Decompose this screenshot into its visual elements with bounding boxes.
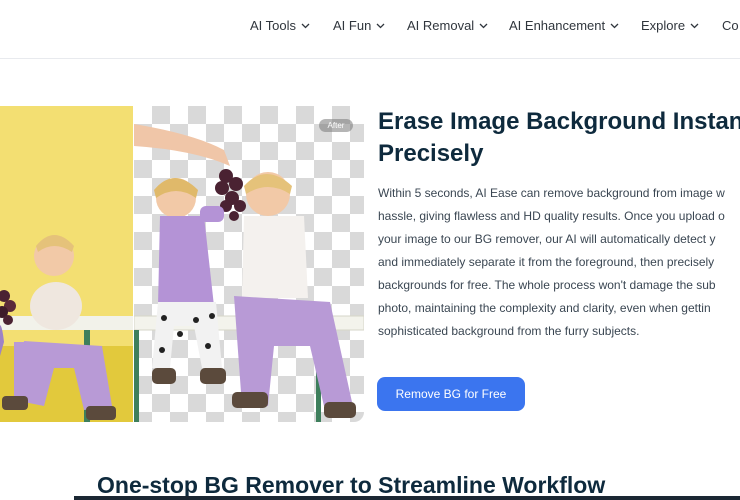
description-line: and immediately separate it from the for… [378, 255, 715, 269]
nav-item-label: AI Removal [407, 17, 475, 33]
after-image [134, 106, 364, 422]
remove-bg-button[interactable]: Remove BG for Free [377, 377, 525, 411]
nav-item-label: Explore [641, 17, 686, 33]
nav-item-label: AI Tools [250, 17, 297, 33]
hero-title: Erase Image Background Instan Precisely [378, 106, 740, 170]
nav-item-ai-removal[interactable]: AI Removal [407, 16, 488, 34]
before-image [0, 106, 140, 422]
nav-item-ai-tools[interactable]: AI Tools [250, 16, 310, 34]
before-after-image [0, 106, 364, 422]
description-line: backgrounds for free. The whole process … [378, 278, 716, 292]
chevron-down-icon [301, 21, 310, 30]
description-line: photo, maintaining the complexity and cl… [378, 301, 711, 315]
chevron-down-icon [610, 21, 619, 30]
nav-item-label: AI Fun [333, 17, 372, 33]
before-children-illustration [0, 235, 140, 422]
nav-item-explore[interactable]: Explore [641, 16, 699, 34]
description-line: hassle, giving flawless and HD quality r… [378, 209, 725, 223]
hero-title-line: Precisely [378, 140, 484, 167]
after-badge: After [319, 119, 353, 132]
chevron-down-icon [479, 21, 488, 30]
chevron-down-icon [690, 21, 699, 30]
chevron-down-icon [376, 21, 385, 30]
nav-item-ai-enhancement[interactable]: AI Enhancement [509, 16, 619, 34]
description-line: sophisticated background from the furry … [378, 324, 640, 338]
section-title: One-stop BG Remover to Streamline Workfl… [97, 472, 606, 498]
description-line: your image to our BG remover, our AI wil… [378, 232, 716, 246]
nav-item-ai-fun[interactable]: AI Fun [333, 16, 385, 34]
top-nav: AI Tools AI Fun AI Removal AI Enhancemen… [0, 0, 740, 59]
description-line: Within 5 seconds, AI Ease can remove bac… [378, 186, 725, 200]
nav-item-label: AI Enhancement [509, 17, 606, 33]
nav-item-company[interactable]: Co [722, 16, 739, 34]
section-divider [74, 496, 740, 500]
after-children-illustration [134, 124, 364, 422]
hero-description: Within 5 seconds, AI Ease can remove bac… [378, 182, 740, 343]
nav-item-label: Co [722, 17, 739, 33]
hero-title-line: Erase Image Background Instan [378, 108, 740, 135]
